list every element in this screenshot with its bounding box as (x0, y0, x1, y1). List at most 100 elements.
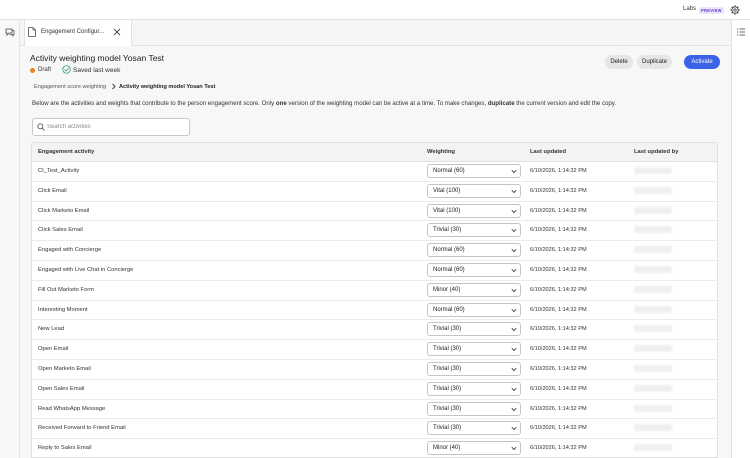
column-header-last-updated[interactable]: Last updated (530, 149, 566, 155)
table-row: Open Email Trivial (30) 6/10/2026, 1:14:32… (32, 340, 717, 360)
table-row: Received Forward to Friend Email Trivial … (32, 419, 717, 440)
chevron-down-icon (511, 427, 517, 431)
last-updated-by-redacted (634, 285, 672, 293)
last-updated: 6/10/2026, 1:14:32 PM (530, 425, 587, 432)
weighting-select[interactable]: Trivial (30) (427, 401, 521, 416)
activity-name: Fill Out Marketo Form (38, 286, 95, 293)
weighting-value: Trivial (30) (433, 227, 462, 234)
table-row: CI_Test_Activity Normal (60) 6/10/2026, 1:… (32, 162, 717, 182)
duplicate-button[interactable]: Duplicate (637, 55, 672, 69)
weighting-value: Trivial (30) (433, 366, 462, 372)
table-row: Reply to Sales Email Minor (40) 6/10/2026,… (32, 439, 717, 457)
activate-button[interactable]: Activate (684, 55, 720, 69)
last-updated-by-redacted (634, 246, 672, 254)
table-row: Open Sales Email Trivial (30) 6/10/2026, 1… (32, 380, 717, 400)
weighting-value: Vital (100) (433, 187, 461, 194)
last-updated-by-redacted (634, 266, 672, 273)
weighting-value: Trivial (30) (433, 346, 462, 353)
chevron-down-icon (511, 209, 517, 213)
weighting-select[interactable]: Trivial (30) (427, 421, 521, 436)
last-updated: 6/10/2026, 1:14:32 PM (530, 405, 587, 412)
list-panel-icon[interactable] (736, 27, 746, 37)
chat-icon[interactable] (5, 27, 15, 37)
last-updated: 6/10/2026, 1:14:32 PM (530, 366, 587, 372)
activity-name: Open Email (38, 346, 69, 353)
column-header-weighting[interactable]: Weighting (427, 149, 455, 155)
weighting-select[interactable]: Minor (40) (427, 282, 521, 297)
breadcrumb-current: Activity weighting model Yosan Test (119, 84, 216, 90)
chevron-down-icon (511, 308, 517, 312)
last-updated: 6/10/2026, 1:14:32 PM (530, 267, 587, 273)
weighting-value: Normal (60) (433, 306, 465, 313)
table-row: Engaged with Concierge Normal (60) 6/10/20… (32, 241, 717, 261)
delete-button[interactable]: Delete (605, 55, 633, 69)
last-updated: 6/10/2026, 1:14:32 PM (530, 247, 587, 254)
weighting-value: Trivial (30) (433, 385, 462, 392)
chevron-down-icon (511, 328, 517, 332)
top-bar (0, 0, 750, 20)
chevron-down-icon (511, 189, 517, 194)
table-header: Engagement activity Weighting Last updat… (32, 143, 717, 162)
last-updated: 6/10/2026, 1:14:32 PM (530, 227, 587, 234)
table-row: Read WhatsApp Message Trivial (30) 6/10/20… (32, 400, 717, 420)
table-row: Click Marketo Email Vital (100) 6/10/2026,… (32, 202, 717, 222)
table-row: Interesting Moment Normal (60) 6/10/2026, … (32, 301, 717, 321)
weighting-select[interactable]: Minor (40) (427, 441, 521, 456)
weighting-select[interactable]: Vital (100) (427, 183, 521, 198)
weighting-select[interactable]: Trivial (30) (427, 381, 521, 396)
last-updated-by-redacted (634, 325, 672, 333)
weighting-select[interactable]: Trivial (30) (427, 342, 521, 357)
activity-name: CI_Test_Activity (38, 168, 80, 174)
last-updated-by-redacted (634, 186, 672, 194)
column-header-last-updated-by[interactable]: Last updated by (634, 149, 678, 155)
weighting-value: Trivial (30) (433, 405, 462, 412)
last-updated: 6/10/2026, 1:14:32 PM (530, 168, 587, 174)
activities-table: Engagement activity Weighting Last updat… (31, 142, 718, 458)
last-updated-by-redacted (634, 444, 672, 452)
weighting-select[interactable]: Normal (60) (427, 263, 521, 277)
column-header-activity[interactable]: Engagement activity (38, 149, 94, 155)
chevron-down-icon (511, 229, 517, 233)
chevron-down-icon (511, 447, 517, 451)
chevron-right-icon (112, 83, 116, 90)
weighting-select[interactable]: Normal (60) (427, 243, 521, 258)
weighting-value: Normal (60) (433, 247, 465, 254)
search-icon (37, 123, 45, 131)
last-updated-by-redacted (634, 404, 672, 412)
weighting-value: Minor (40) (433, 445, 461, 452)
weighting-select[interactable]: Normal (60) (427, 164, 521, 178)
tab-label: Engagement Configur... (41, 29, 105, 35)
search-input[interactable] (47, 121, 185, 133)
last-updated: 6/10/2026, 1:14:32 PM (530, 286, 587, 293)
saved-status: Saved last week (73, 67, 121, 74)
breadcrumb-parent[interactable]: Engagement score weighting (34, 84, 106, 90)
preview-badge: PREVIEW (699, 7, 724, 14)
weighting-select[interactable]: Trivial (30) (427, 322, 521, 337)
weighting-select[interactable]: Trivial (30) (427, 223, 521, 238)
table-row: Fill Out Marketo Form Minor (40) 6/10/2026… (32, 281, 717, 301)
last-updated-by-redacted (634, 226, 672, 234)
gear-icon[interactable] (730, 5, 740, 15)
last-updated: 6/10/2026, 1:14:32 PM (530, 385, 587, 392)
chevron-down-icon (511, 387, 517, 392)
weighting-select[interactable]: Trivial (30) (427, 362, 521, 376)
weighting-value: Trivial (30) (433, 326, 462, 333)
activity-name: Open Marketo Email (38, 366, 91, 372)
document-icon (28, 27, 36, 37)
weighting-select[interactable]: Normal (60) (427, 302, 521, 317)
activity-name: New Lead (38, 326, 65, 333)
table-row: Click Sales Email Trivial (30) 6/10/2026, … (32, 221, 717, 242)
last-updated: 6/10/2026, 1:14:32 PM (530, 326, 587, 333)
table-row: Engaged with Live Chat in Concierge Norma… (32, 261, 717, 281)
weighting-value: Normal (60) (433, 267, 465, 273)
page-title: Activity weighting model Yosan Test (30, 53, 165, 63)
last-updated: 6/10/2026, 1:14:32 PM (530, 306, 587, 313)
close-icon[interactable] (113, 28, 121, 36)
status-dot (30, 68, 35, 73)
weighting-select[interactable]: Vital (100) (427, 203, 521, 218)
table-row: Open Marketo Email Trivial (30) 6/10/2026,… (32, 360, 717, 380)
labs-label: Labs (683, 6, 697, 12)
chevron-down-icon (511, 249, 517, 253)
activity-name: Click Marketo Email (38, 207, 90, 214)
activity-name: Received Forward to Friend Email (38, 425, 126, 432)
